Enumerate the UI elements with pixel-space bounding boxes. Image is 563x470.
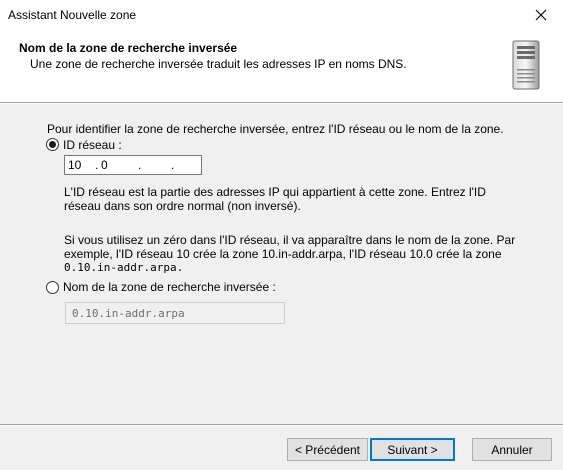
window-title: Assistant Nouvelle zone — [8, 8, 137, 22]
close-icon — [535, 9, 547, 21]
wizard-content: Pour identifier la zone de recherche inv… — [0, 104, 563, 424]
radio-zone-name[interactable] — [46, 281, 59, 294]
zone-name-input[interactable]: 0.10.in-addr.arpa — [65, 302, 285, 324]
radio-zone-name-label[interactable]: Nom de la zone de recherche inversée : — [63, 280, 276, 294]
octet-4-input[interactable] — [177, 158, 201, 172]
next-button[interactable]: Suivant > — [370, 438, 455, 461]
close-button[interactable] — [519, 0, 563, 30]
header-subtitle: Une zone de recherche inversée traduit l… — [30, 57, 407, 71]
network-id-input[interactable]: . . . — [64, 155, 202, 175]
radio-network-id-label[interactable]: ID réseau : — [63, 138, 122, 152]
wizard-header: Nom de la zone de recherche inversée Une… — [0, 30, 563, 102]
octet-1-input[interactable] — [68, 158, 92, 172]
octet-separator: . — [95, 158, 99, 172]
back-button[interactable]: < Précédent — [287, 438, 368, 461]
octet-separator: . — [171, 158, 175, 172]
instruction-text: Pour identifier la zone de recherche inv… — [47, 122, 504, 136]
radio-network-id[interactable] — [46, 138, 59, 151]
help-text-2-line-2: exemple, l'ID réseau 10 crée la zone 10.… — [64, 247, 502, 261]
header-title: Nom de la zone de recherche inversée — [19, 41, 238, 55]
help-text-1-line-2: réseau dans son ordre normal (non invers… — [64, 199, 301, 213]
help-text-2-line-3: 0.10.in-addr.arpa. — [64, 261, 184, 274]
cancel-button[interactable]: Annuler — [472, 438, 552, 461]
octet-3-input[interactable] — [144, 158, 168, 172]
octet-separator: . — [138, 158, 142, 172]
title-bar: Assistant Nouvelle zone — [0, 0, 563, 30]
server-icon — [512, 40, 540, 90]
help-text-2-line-1: Si vous utilisez un zéro dans l'ID résea… — [64, 233, 516, 247]
wizard-footer: < Précédent Suivant > Annuler — [0, 426, 563, 470]
help-text-1-line-1: L'ID réseau est la partie des adresses I… — [64, 185, 486, 199]
radio-selected-dot — [49, 141, 56, 148]
octet-2-input[interactable] — [101, 158, 125, 172]
